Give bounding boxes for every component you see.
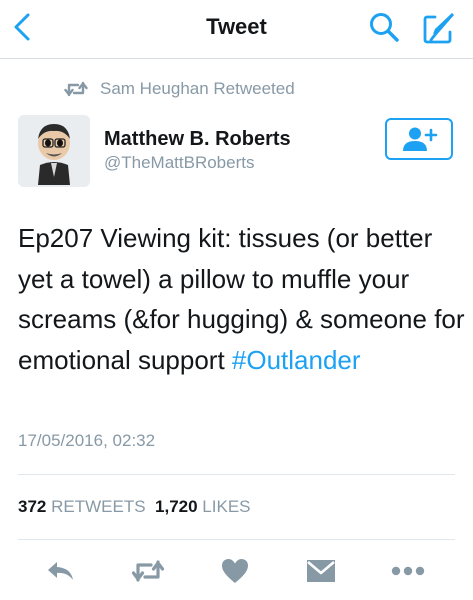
tweet-stats: 372 RETWEETS 1,720 LIKES bbox=[18, 497, 251, 517]
reply-button[interactable] bbox=[44, 556, 78, 586]
hashtag-link[interactable]: #Outlander bbox=[232, 345, 361, 375]
direct-message-button[interactable] bbox=[304, 556, 338, 586]
reply-icon bbox=[48, 562, 73, 580]
retweets-count: 372 bbox=[18, 497, 47, 516]
follow-button[interactable] bbox=[385, 118, 453, 160]
more-icon bbox=[391, 566, 425, 576]
compose-icon bbox=[423, 13, 454, 44]
divider bbox=[18, 539, 455, 540]
divider bbox=[18, 474, 455, 475]
compose-button[interactable] bbox=[421, 10, 457, 46]
tweet-timestamp: 17/05/2016, 02:32 bbox=[18, 431, 156, 450]
retweet-button[interactable] bbox=[131, 556, 165, 586]
page-title: Tweet bbox=[206, 14, 267, 39]
avatar[interactable] bbox=[18, 115, 90, 187]
retweet-context[interactable]: Sam Heughan Retweeted bbox=[64, 78, 295, 100]
retweet-context-label: Sam Heughan Retweeted bbox=[100, 79, 295, 98]
like-button[interactable] bbox=[218, 556, 252, 586]
likes-count: 1,720 bbox=[155, 497, 198, 516]
likes-label: LIKES bbox=[202, 497, 251, 516]
more-options-button[interactable] bbox=[391, 556, 425, 586]
like-icon bbox=[222, 559, 248, 583]
add-user-icon bbox=[403, 127, 438, 151]
author-handle[interactable]: @TheMattBRoberts bbox=[104, 153, 254, 173]
avatar-image bbox=[18, 115, 90, 187]
tweet-text: Ep207 Viewing kit: tissues (or better ye… bbox=[18, 218, 468, 380]
author-name[interactable]: Matthew B. Roberts bbox=[104, 128, 291, 151]
search-icon bbox=[370, 13, 399, 42]
retweet-icon bbox=[64, 81, 88, 97]
retweet-icon bbox=[131, 560, 165, 582]
retweets-stat[interactable]: 372 RETWEETS bbox=[18, 497, 146, 516]
likes-stat[interactable]: 1,720 LIKES bbox=[155, 497, 250, 516]
direct-message-icon bbox=[307, 560, 335, 582]
search-button[interactable] bbox=[368, 11, 402, 45]
retweets-label: RETWEETS bbox=[51, 497, 146, 516]
navigation-bar: Tweet bbox=[0, 0, 473, 59]
